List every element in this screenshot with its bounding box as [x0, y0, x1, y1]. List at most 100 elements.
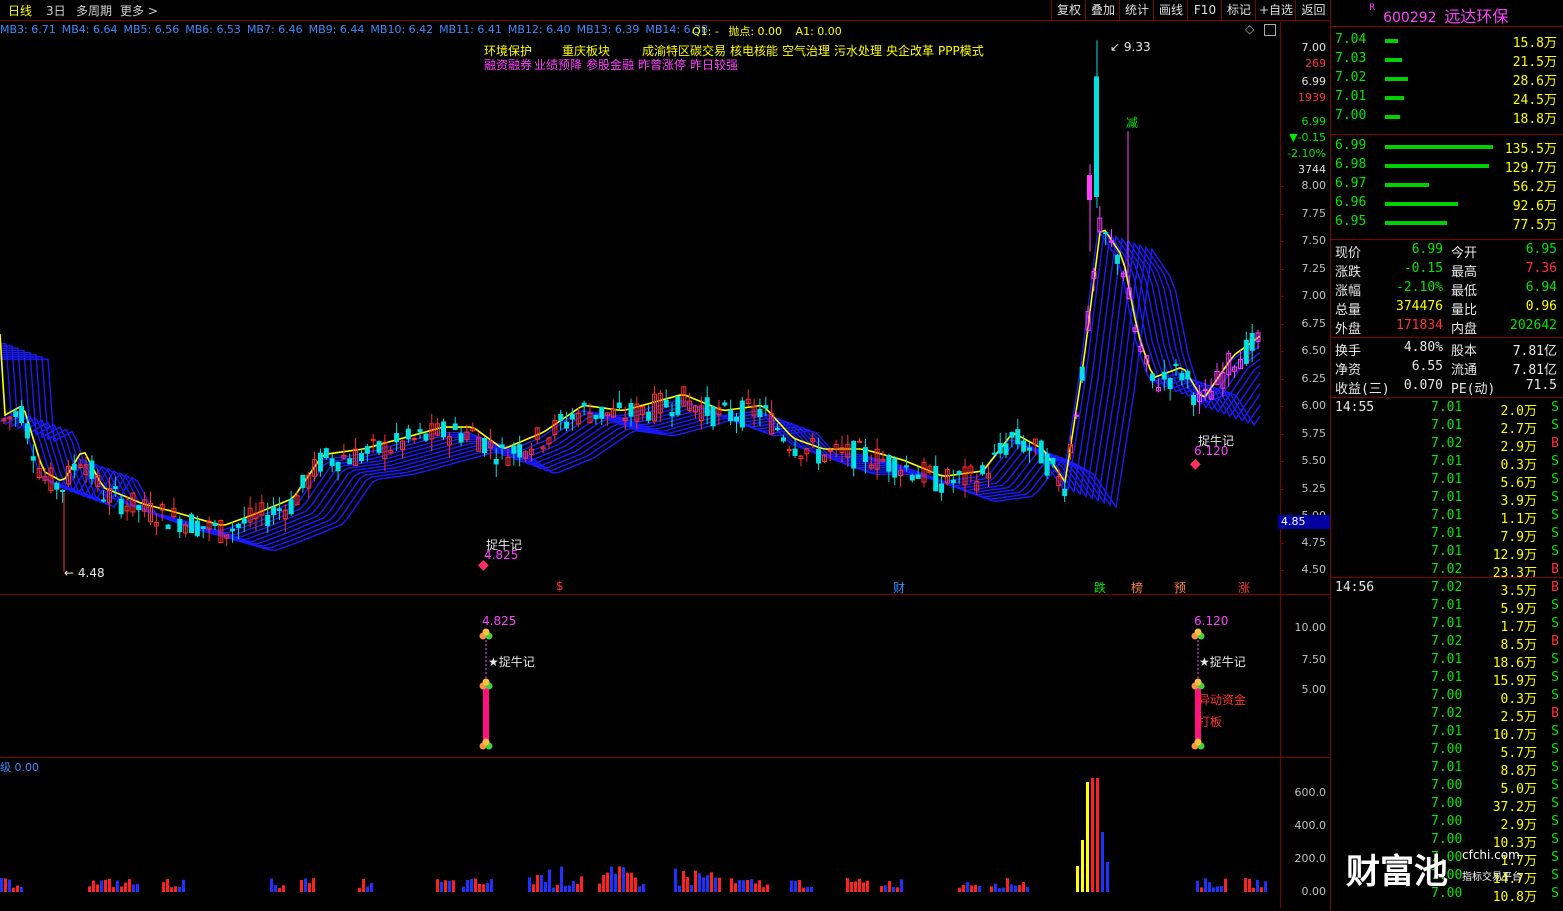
volume-bar	[710, 872, 713, 892]
volume-bar	[88, 886, 91, 892]
volume-bar	[998, 887, 1001, 892]
bid-row[interactable]: 6.96 92.6万	[1335, 195, 1561, 214]
ask-row[interactable]: 7.03 21.5万	[1335, 51, 1561, 70]
event-marker[interactable]: 财	[893, 579, 905, 596]
volume-bar	[742, 880, 745, 892]
tick-price: 7.02	[1431, 436, 1463, 451]
volume-bar	[970, 885, 973, 892]
ask-row[interactable]: 7.04 15.8万	[1335, 32, 1561, 51]
candle-body	[1062, 488, 1068, 497]
sub-price-2: 6.120	[1194, 614, 1229, 628]
draw-line-button[interactable]: 画线	[1153, 0, 1188, 20]
event-marker[interactable]: 榜	[1131, 579, 1143, 596]
candle-body	[376, 441, 382, 453]
tick-side: B	[1551, 634, 1559, 649]
tick-mark	[1280, 269, 1284, 270]
volume-bar	[762, 887, 765, 892]
candle-body	[417, 429, 423, 433]
tick-mark	[1280, 570, 1284, 571]
tick-price: 7.01	[1431, 508, 1463, 523]
volume-bar	[12, 887, 15, 892]
fund-value: 4.80%	[1403, 340, 1443, 355]
candle-body	[933, 465, 939, 492]
diamond-signal-icon: ◆	[1190, 456, 1201, 472]
candle-body	[452, 423, 458, 430]
vol-tick: 400.0	[1294, 819, 1327, 832]
event-marker[interactable]: 跌	[1094, 579, 1106, 596]
bid-row[interactable]: 6.98 129.7万	[1335, 157, 1561, 176]
quote-label: 今开	[1451, 246, 1478, 261]
f10-button[interactable]: F10	[1187, 0, 1222, 20]
overlay-button[interactable]: 叠加	[1085, 0, 1120, 20]
event-marker[interactable]: 涨	[1238, 579, 1250, 596]
fund-value: 6.55	[1411, 359, 1443, 374]
mark-button[interactable]: 标记	[1221, 0, 1256, 20]
ma-ribbon-line	[0, 247, 1261, 551]
ma-ribbon-line	[0, 236, 1261, 541]
volume-bar	[1385, 77, 1408, 81]
candle-body	[300, 474, 306, 489]
candle-body	[757, 408, 763, 418]
volume-bar	[580, 876, 583, 892]
candle-body	[517, 444, 523, 458]
volume-bar	[112, 887, 115, 892]
candle-body	[499, 444, 505, 449]
tick-price: 7.01	[1431, 652, 1463, 667]
divider	[1331, 397, 1563, 398]
stats-button[interactable]: 统计	[1119, 0, 1154, 20]
tick-row: 7.02 2.9万 B	[1335, 436, 1561, 455]
tab-daily[interactable]: 日线	[8, 2, 32, 19]
limit-up-label: 打板	[1198, 715, 1223, 729]
candle-body	[212, 522, 218, 526]
candle-body	[347, 458, 353, 465]
candle-body	[827, 449, 833, 452]
tab-more[interactable]: 更多 >	[120, 2, 158, 19]
price-tick: 5.25	[1301, 482, 1327, 495]
ask-row[interactable]: 7.01 24.5万	[1335, 89, 1561, 108]
volume-bar	[622, 867, 625, 892]
bid-row[interactable]: 6.97 56.2万	[1335, 176, 1561, 195]
price-tick: 6.50	[1301, 344, 1327, 357]
event-marker[interactable]: 预	[1174, 579, 1186, 596]
tick-price: 7.01	[1431, 418, 1463, 433]
tick-list-1455[interactable]: 14:55 7.01 2.0万 S 7.01 2.7万 S 7.02 2.9万 B 7.01 0.3万…	[1331, 400, 1563, 581]
tick-side: S	[1551, 526, 1559, 541]
tick-row: 7.01 15.9万 S	[1335, 670, 1561, 689]
volume-bar	[116, 880, 119, 892]
candle-body	[317, 452, 323, 472]
tick-volume: 8.8万	[1500, 764, 1537, 779]
book-price: 7.01	[1335, 89, 1367, 104]
ask-row[interactable]: 7.02 28.6万	[1335, 70, 1561, 89]
event-marker[interactable]: $	[556, 579, 564, 593]
candle-body	[411, 437, 417, 440]
volume-bar	[470, 878, 473, 892]
restore-right-button[interactable]: 复权	[1051, 0, 1086, 20]
abnormal-fund-label: 异动资金	[1198, 693, 1247, 707]
candle-body	[511, 445, 517, 454]
volume-bar	[614, 873, 617, 892]
kline-chart-area[interactable]	[0, 22, 1280, 908]
volume-bar	[1385, 145, 1493, 149]
tick-row: 7.00 0.3万 S	[1335, 688, 1561, 707]
quote-label: 现价	[1335, 246, 1362, 261]
volume-bar	[564, 885, 567, 892]
tick-price: 7.00	[1431, 742, 1463, 757]
tab-3day[interactable]: 3日	[46, 2, 66, 19]
bid-row[interactable]: 6.95 77.5万	[1335, 214, 1561, 233]
tick-side: S	[1551, 472, 1559, 487]
quote-panel: R 600292 远达环保 7.04 15.8万 7.03 21.5万 7.02 28.6…	[1330, 0, 1563, 911]
candle-body	[1179, 372, 1185, 381]
sub-price-1: 4.825	[482, 614, 517, 628]
current-price-tag: 4.85	[1278, 515, 1330, 529]
watermark-brand: 财富池	[1346, 852, 1448, 892]
quote-value: 7.36	[1525, 261, 1557, 276]
candle-body	[241, 518, 247, 524]
quote-row: 涨跌 -0.15 最高 7.36	[1335, 261, 1561, 280]
tab-multi-period[interactable]: 多周期	[76, 2, 112, 19]
volume-bar	[706, 875, 709, 892]
volume-bar	[1216, 886, 1219, 892]
bid-row[interactable]: 6.99 135.5万	[1335, 138, 1561, 157]
candle-body	[646, 411, 652, 421]
ask-row[interactable]: 7.00 18.8万	[1335, 108, 1561, 127]
tick-price: 7.01	[1431, 760, 1463, 775]
